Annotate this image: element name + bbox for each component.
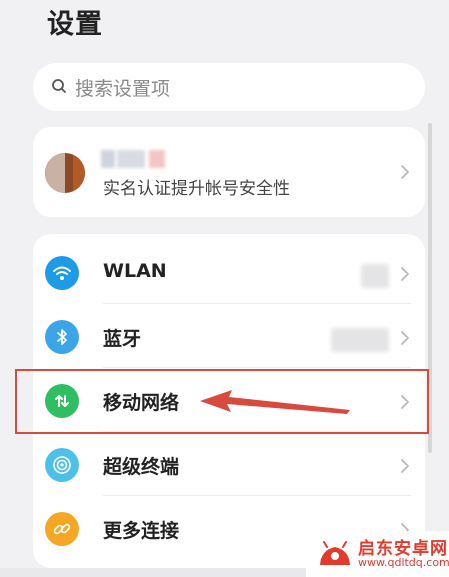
chevron-right-icon [395, 456, 415, 476]
settings-item-label: 超级终端 [103, 456, 180, 478]
settings-item-label: 更多连接 [103, 520, 180, 542]
settings-item-label: 蓝牙 [103, 328, 142, 350]
chevron-right-icon [395, 162, 415, 182]
page-title: 设置 [47, 9, 103, 40]
wlan-value-redacted [361, 264, 389, 288]
search-bar[interactable]: 搜索设置项 [33, 63, 425, 111]
search-placeholder: 搜索设置项 [75, 77, 171, 100]
link-icon [45, 512, 79, 546]
watermark-url: www.qdltdq.com [358, 556, 449, 569]
settings-item-wlan[interactable]: WLAN [33, 240, 425, 304]
search-icon [49, 76, 71, 98]
bluetooth-value-redacted [331, 328, 389, 352]
account-card[interactable]: 实名认证提升帐号安全性 [33, 127, 425, 217]
settings-item-bluetooth[interactable]: 蓝牙 [33, 304, 425, 368]
chevron-right-icon [395, 328, 415, 348]
avatar [45, 153, 85, 193]
wifi-icon [45, 256, 79, 290]
super-device-icon [45, 448, 79, 482]
watermark-logo-icon [320, 541, 350, 565]
chevron-right-icon [395, 264, 415, 284]
annotation-highlight-box [15, 369, 429, 434]
account-subtitle: 实名认证提升帐号安全性 [103, 179, 290, 199]
bluetooth-icon [45, 320, 79, 354]
settings-item-label: WLAN [103, 260, 167, 282]
site-watermark: 启东安卓网 www.qdltdq.com [306, 531, 449, 577]
account-name-redacted [101, 150, 173, 168]
settings-item-super-device[interactable]: 超级终端 [33, 432, 425, 496]
